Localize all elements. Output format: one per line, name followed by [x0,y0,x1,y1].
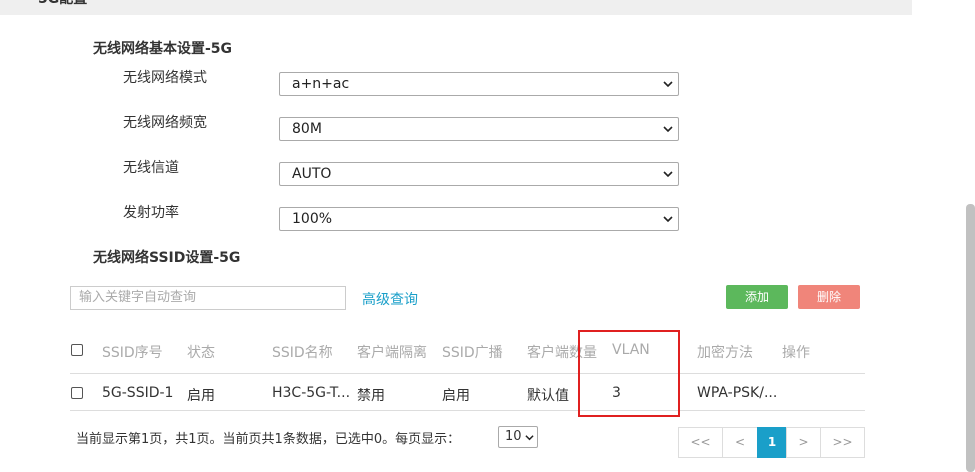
cell-status: 启用 [187,388,215,404]
wireless-mode-select[interactable]: a+n+ac [279,72,679,96]
cell-ssid-name: H3C-5G-T... [272,385,351,401]
column-header-action: 操作 [782,345,810,361]
table-header-divider [70,373,865,374]
chevron-down-icon [663,216,673,223]
chevron-down-icon [663,126,673,133]
panel-header: 5G配置 [0,0,912,15]
cell-encryption: WPA-PSK/... [697,385,778,401]
basic-settings-title: 无线网络基本设置-5G [93,41,233,57]
bandwidth-value: 80M [292,121,322,137]
search-input[interactable]: 输入关键字自动查询 [70,286,346,310]
column-header-encryption[interactable]: 加密方法 [697,342,753,362]
cell-broadcast: 启用 [442,388,470,404]
prev-page-button[interactable]: < [722,427,758,458]
scrollbar-thumb[interactable] [966,204,975,472]
vlan-highlight-box [578,330,680,417]
first-page-button[interactable]: << [678,427,723,458]
chevron-down-icon [525,435,534,441]
row-checkbox[interactable] [71,387,83,399]
next-page-button[interactable]: > [786,427,821,458]
page-button-current[interactable]: 1 [757,427,787,458]
cell-ssid-index: 5G-SSID-1 [102,385,174,401]
bandwidth-select[interactable]: 80M [279,117,679,141]
select-all-checkbox[interactable] [71,344,83,356]
wireless-mode-value: a+n+ac [292,76,350,92]
page-size-select[interactable]: 10 [498,426,538,448]
cell-isolation: 禁用 [357,388,385,404]
column-header-ssid-name[interactable]: SSID名称 [272,342,333,362]
advanced-search-link[interactable]: 高级查询 [362,289,418,309]
add-button[interactable]: 添加 [726,285,788,309]
last-page-button[interactable]: >> [820,427,865,458]
channel-select[interactable]: AUTO [279,162,679,186]
column-header-ssid-index[interactable]: SSID序号 [102,342,163,362]
delete-button[interactable]: 删除 [798,285,860,309]
chevron-down-icon [663,81,673,88]
cell-client-count: 默认值 [527,388,569,404]
column-header-isolation[interactable]: 客户端隔离 [357,342,427,362]
tx-power-label: 发射功率 [123,205,179,221]
chevron-down-icon [663,171,673,178]
table-bottom-divider [70,410,865,411]
column-header-status[interactable]: 状态 [187,342,215,362]
channel-label: 无线信道 [123,160,179,176]
tx-power-select[interactable]: 100% [279,207,679,231]
page-size-value: 10 [505,429,522,444]
bandwidth-label: 无线网络频宽 [123,115,207,131]
ssid-settings-title: 无线网络SSID设置-5G [93,250,241,266]
pagination-summary: 当前显示第1页，共1页。当前页共1条数据，已选中0。每页显示： [76,432,461,447]
panel-title: 5G配置 [38,0,87,8]
column-header-broadcast[interactable]: SSID广播 [442,342,503,362]
wireless-mode-label: 无线网络模式 [123,70,207,86]
channel-value: AUTO [292,166,332,182]
tx-power-value: 100% [292,211,333,227]
